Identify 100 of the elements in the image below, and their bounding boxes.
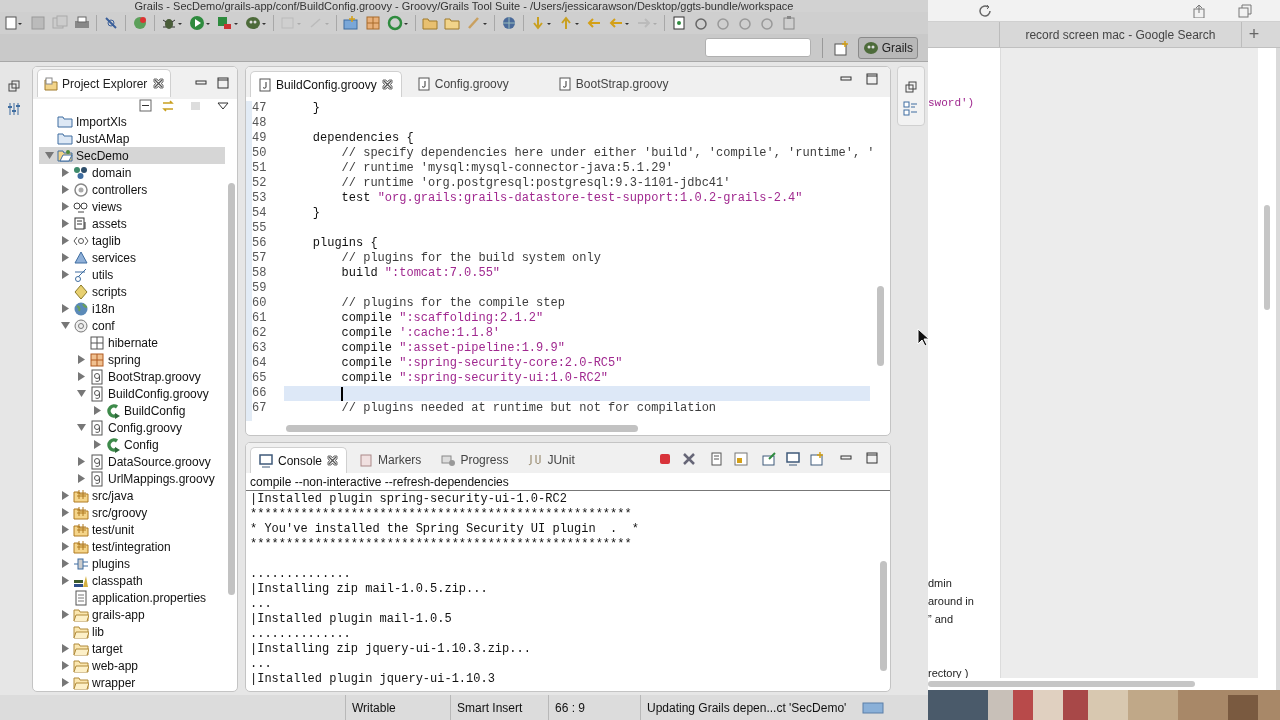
refresh-icon[interactable] — [387, 15, 409, 31]
browser-tab[interactable]: record screen mac - Google Search — [1000, 22, 1242, 47]
play-icon[interactable] — [189, 15, 211, 31]
tree-item[interactable]: BuildConfig.groovy — [108, 384, 209, 403]
scrollbar-thumb[interactable] — [227, 183, 235, 595]
expand-arrow-icon[interactable] — [61, 168, 70, 177]
tab[interactable]: BootStrap.groovy — [550, 71, 677, 97]
search-field[interactable] — [704, 38, 811, 57]
tree-item[interactable]: src/java — [92, 486, 134, 505]
maximize-icon[interactable] — [866, 452, 878, 464]
reload-icon[interactable] — [978, 3, 992, 18]
tree-item[interactable]: target — [92, 639, 123, 658]
expand-arrow-icon[interactable] — [93, 406, 102, 415]
expand-arrow-icon[interactable] — [61, 185, 70, 194]
print-icon[interactable] — [74, 15, 90, 31]
collapse-arrow-icon[interactable] — [77, 423, 86, 432]
sliders-icon[interactable] — [7, 102, 21, 116]
expand-arrow-icon[interactable] — [61, 610, 70, 619]
expand-arrow-icon[interactable] — [61, 236, 70, 245]
tree-item[interactable]: wrapper — [92, 673, 136, 691]
tab[interactable]: JUnit — [520, 447, 583, 473]
tab[interactable]: Console — [250, 447, 348, 473]
expand-arrow-icon[interactable] — [61, 270, 70, 279]
collapse-arrow-icon[interactable] — [77, 389, 86, 398]
close-icon[interactable] — [381, 79, 393, 90]
document-icon[interactable] — [671, 15, 687, 31]
expand-arrow-icon[interactable] — [77, 355, 86, 364]
open-perspective-icon[interactable] — [833, 39, 850, 56]
tree-item[interactable]: BootStrap.groovy — [108, 367, 201, 386]
tree-item[interactable]: UrlMappings.groovy — [108, 469, 215, 488]
tree-item[interactable]: controllers — [92, 180, 148, 199]
stop-icon[interactable] — [658, 452, 672, 466]
expand-arrow-icon[interactable] — [61, 304, 70, 313]
maximize-icon[interactable] — [217, 77, 229, 89]
tree-item[interactable]: assets — [92, 214, 127, 233]
tree-item[interactable]: classpath — [92, 571, 143, 590]
scroll-lock-icon[interactable] — [734, 452, 748, 466]
tree-item[interactable]: conf — [92, 316, 115, 335]
grails-perspective-button[interactable]: Grails — [857, 36, 918, 59]
tree-item[interactable]: spring — [108, 350, 141, 369]
progress-icon[interactable] — [862, 701, 884, 714]
new-tab-button[interactable]: + — [1242, 22, 1266, 47]
expand-arrow-icon[interactable] — [77, 474, 86, 483]
tree-item[interactable]: views — [92, 197, 122, 216]
new-console-icon[interactable] — [810, 452, 824, 466]
expand-arrow-icon[interactable] — [61, 559, 70, 568]
expand-arrow-icon[interactable] — [61, 253, 70, 262]
clipboard-icon[interactable] — [781, 15, 797, 31]
scrollbar-thumb[interactable] — [286, 424, 638, 432]
outline-icon[interactable] — [903, 101, 919, 117]
expand-arrow-icon[interactable] — [93, 440, 102, 449]
tab[interactable]: Progress — [433, 447, 517, 473]
tree-item[interactable]: plugins — [92, 554, 131, 573]
remove-launch-icon[interactable] — [682, 452, 696, 466]
collapse-all-icon[interactable] — [139, 99, 153, 113]
tree-item[interactable]: test/unit — [92, 520, 135, 539]
run-icon[interactable] — [217, 15, 239, 31]
link-icon[interactable] — [161, 99, 175, 113]
share-icon[interactable] — [1192, 3, 1206, 18]
tree-item[interactable]: i18n — [92, 299, 115, 318]
scrollbar-thumb[interactable] — [879, 561, 887, 671]
tree-item[interactable]: services — [92, 248, 136, 267]
grid-icon[interactable] — [365, 15, 381, 31]
expand-arrow-icon[interactable] — [61, 508, 70, 517]
expand-arrow-icon[interactable] — [61, 678, 70, 687]
collapse-arrow-icon[interactable] — [45, 151, 54, 160]
tree-item[interactable]: domain — [92, 163, 132, 182]
close-icon[interactable] — [327, 455, 339, 466]
scrollbar-thumb[interactable] — [876, 286, 884, 366]
display-console-icon[interactable] — [786, 452, 800, 466]
tree-item[interactable]: JustAMap — [76, 129, 130, 148]
tree-item[interactable]: lib — [92, 622, 104, 641]
tree-item[interactable]: hibernate — [108, 333, 159, 352]
expand-arrow-icon[interactable] — [61, 542, 70, 551]
new-folder-icon[interactable] — [343, 15, 359, 31]
close-icon[interactable] — [153, 78, 165, 89]
clear-console-icon[interactable] — [710, 452, 724, 466]
expand-arrow-icon[interactable] — [61, 491, 70, 500]
tree-item[interactable]: scripts — [92, 282, 127, 301]
scrollbar-thumb[interactable] — [1264, 205, 1270, 310]
tree-item[interactable]: test/integration — [92, 537, 171, 556]
tree-item[interactable]: src/groovy — [92, 503, 148, 522]
pin-console-icon[interactable] — [762, 452, 776, 466]
tree-item[interactable]: utils — [92, 265, 114, 284]
expand-arrow-icon[interactable] — [61, 644, 70, 653]
maximize-icon[interactable] — [866, 73, 878, 85]
tab[interactable]: Config.groovy — [409, 71, 517, 97]
tree-item[interactable]: application.properties — [92, 588, 207, 607]
restore-icon[interactable] — [8, 80, 20, 92]
scrollbar-thumb[interactable] — [928, 681, 1195, 687]
tree-item[interactable]: Config — [124, 435, 159, 454]
restore-icon[interactable] — [905, 81, 917, 93]
collapse-arrow-icon[interactable] — [61, 321, 70, 330]
expand-arrow-icon[interactable] — [61, 219, 70, 228]
tree-item[interactable]: Config.groovy — [108, 418, 183, 437]
tree-item[interactable]: DataSource.groovy — [108, 452, 211, 471]
expand-arrow-icon[interactable] — [61, 661, 70, 670]
tree-item[interactable]: grails-app — [92, 605, 145, 624]
tree-item[interactable]: web-app — [92, 656, 139, 675]
tab[interactable]: BuildConfig.groovy — [250, 71, 402, 97]
